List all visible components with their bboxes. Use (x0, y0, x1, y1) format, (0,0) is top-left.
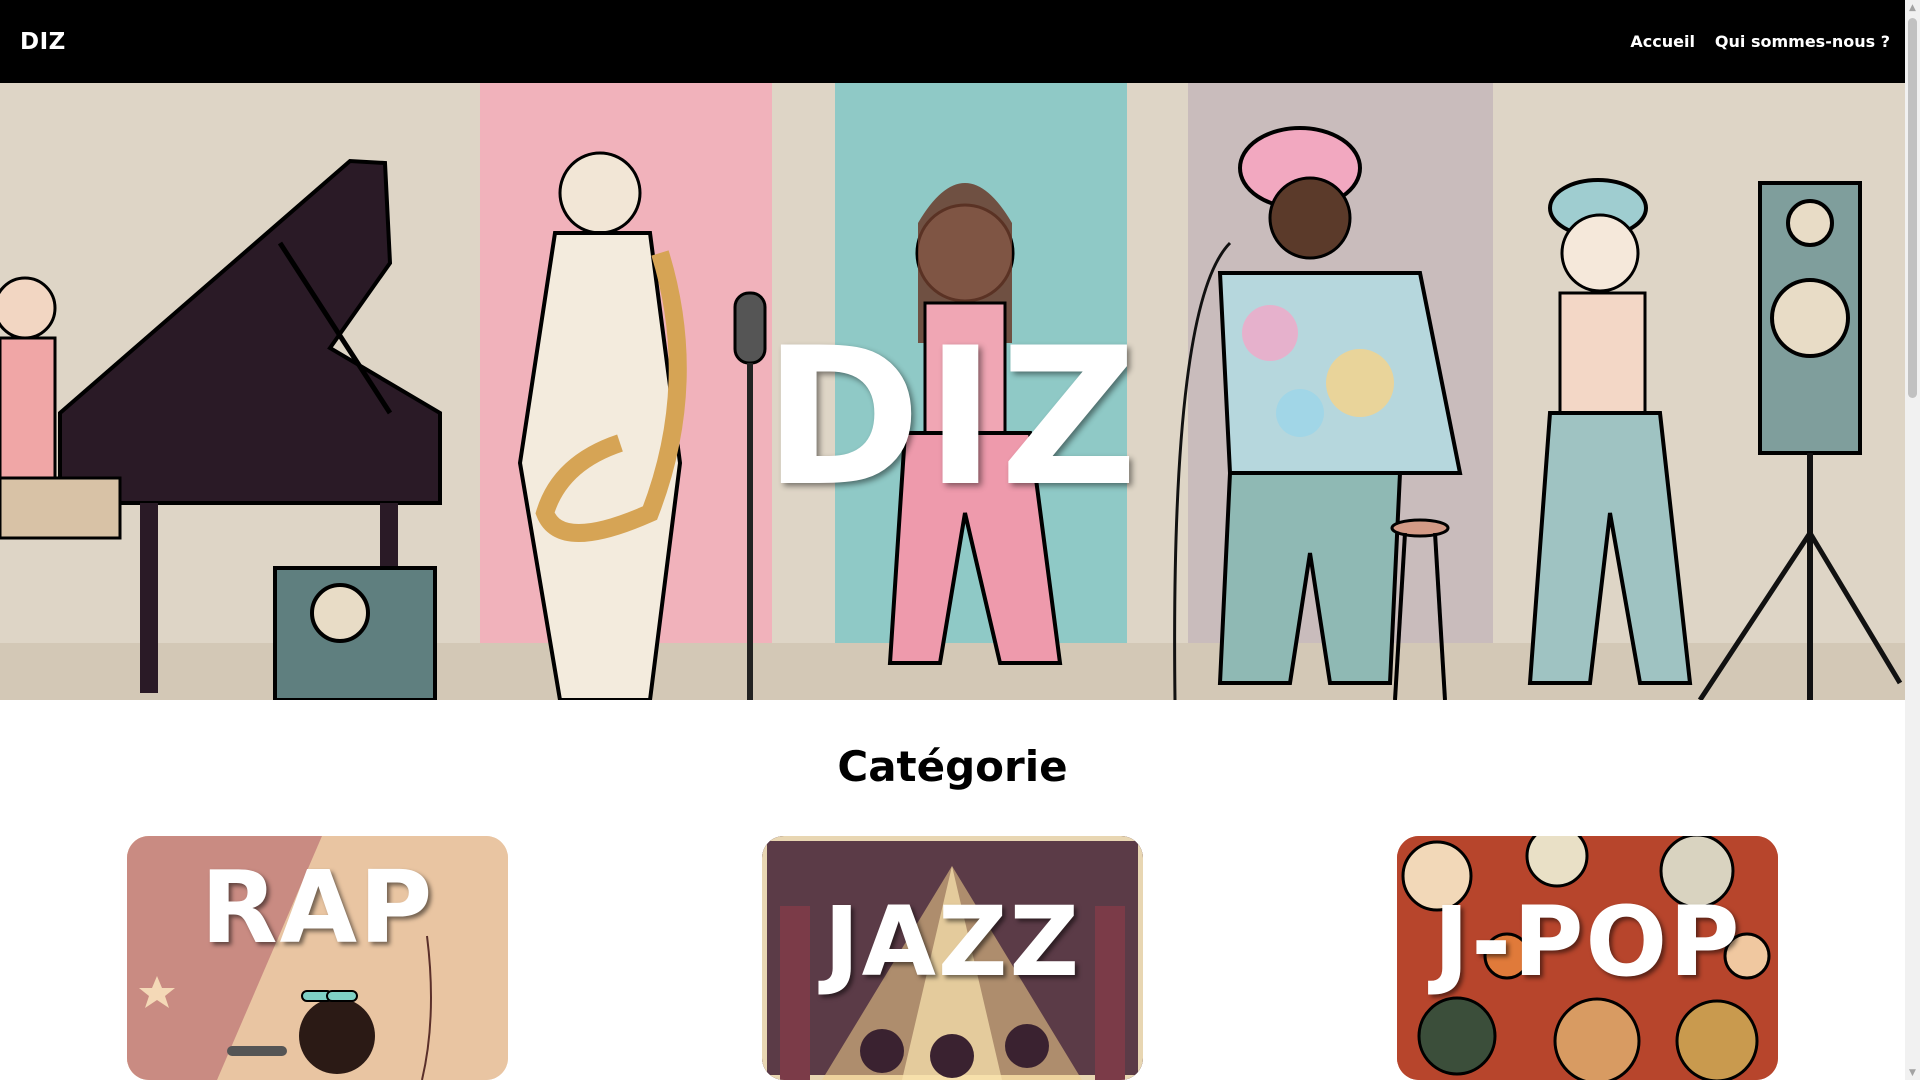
nav-links: Accueil Qui sommes-nous ? (1630, 32, 1890, 51)
scroll-down-arrow-icon[interactable]: ▼ (1905, 1065, 1920, 1080)
jpop-card-label: J-POP (1433, 886, 1742, 998)
page-scrollbar[interactable]: ▲ ▼ (1905, 0, 1920, 1080)
jazz-card-label: JAZZ (823, 886, 1082, 998)
category-heading: Catégorie (837, 742, 1068, 791)
brand-logo[interactable]: DIZ (20, 29, 66, 55)
category-card-rap[interactable]: RAP (127, 836, 508, 1080)
category-card-jazz[interactable]: JAZZ (762, 836, 1143, 1080)
nav-link-qui-sommes-nous[interactable]: Qui sommes-nous ? (1715, 32, 1890, 51)
scroll-up-arrow-icon[interactable]: ▲ (1905, 0, 1920, 15)
hero-title: DIZ (763, 307, 1142, 528)
rap-card-label: RAP (200, 849, 435, 966)
nav-link-accueil[interactable]: Accueil (1630, 32, 1695, 51)
hero-banner: DIZ (0, 83, 1905, 700)
scroll-thumb[interactable] (1908, 18, 1917, 398)
category-card-jpop[interactable]: J-POP (1397, 836, 1778, 1080)
navbar: DIZ Accueil Qui sommes-nous ? (0, 0, 1905, 83)
